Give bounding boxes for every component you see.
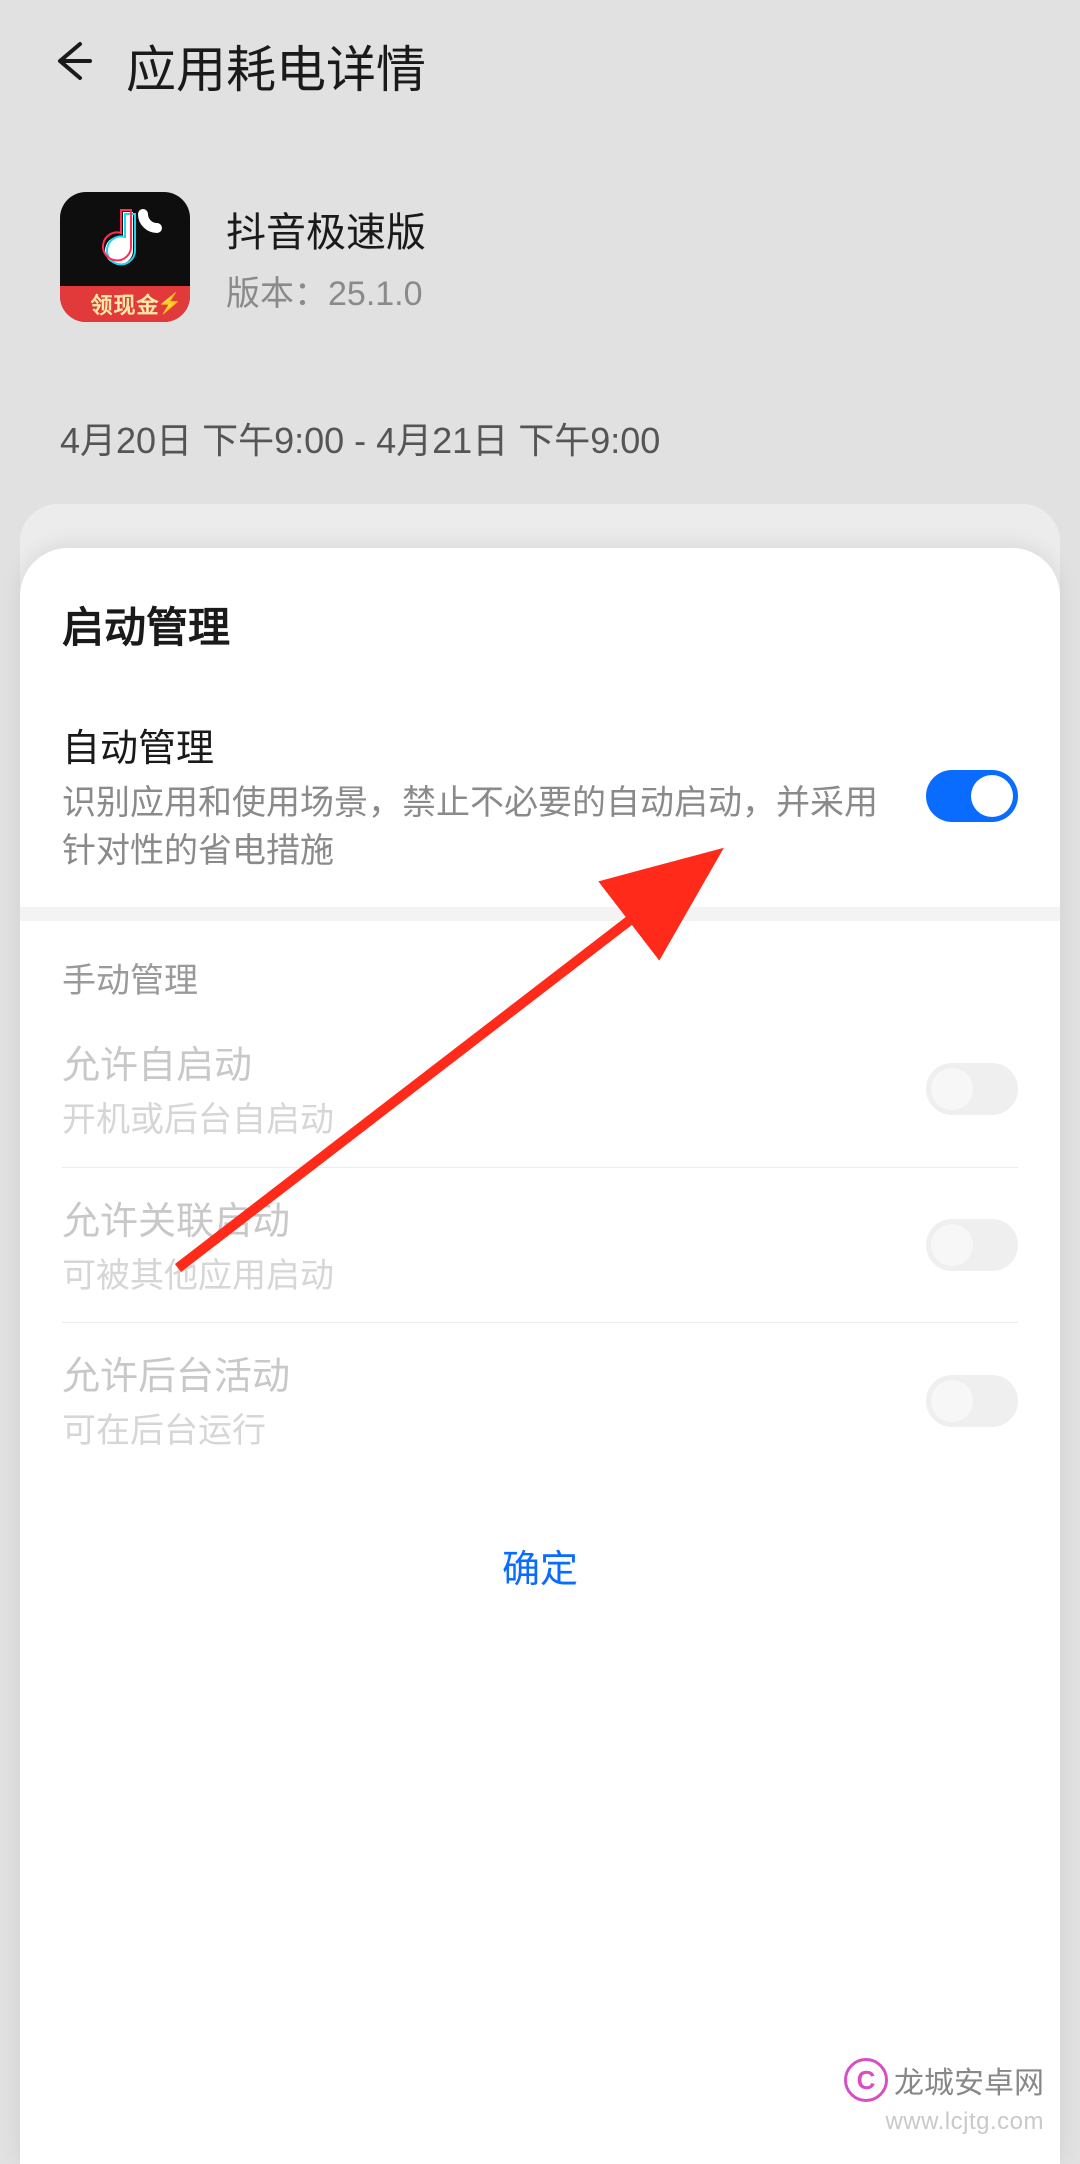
watermark: C 龙城安卓网 — [844, 2058, 1044, 2102]
allow-linked-start-row: 允许关联启动 可被其他应用启动 — [20, 1168, 1060, 1323]
watermark-badge-icon: C — [844, 2058, 888, 2102]
allow-linked-start-desc: 可被其他应用启动 — [62, 1253, 896, 1301]
app-icon: 领现金 ⚡ — [60, 192, 190, 322]
allow-linked-start-toggle — [926, 1219, 1018, 1271]
watermark-label: 龙城安卓网 — [894, 2058, 1044, 2102]
back-button[interactable] — [50, 35, 96, 97]
bolt-icon: ⚡ — [157, 291, 182, 316]
watermark-url: www.lcjtg.com — [885, 2108, 1044, 2136]
manual-manage-label: 手动管理 — [20, 937, 1060, 1012]
allow-auto-start-row: 允许自启动 开机或后台自启动 — [20, 1012, 1060, 1167]
allow-background-toggle — [926, 1375, 1018, 1427]
allow-background-row: 允许后台活动 可在后台运行 — [20, 1323, 1060, 1478]
page-title: 应用耗电详情 — [126, 30, 426, 102]
auto-manage-desc: 识别应用和使用场景，禁止不必要的自动启动，并采用针对性的省电措施 — [62, 780, 896, 875]
app-name: 抖音极速版 — [226, 200, 426, 258]
app-version: 版本：25.1.0 — [226, 266, 426, 315]
date-range: 4月20日 下午9:00 - 4月21日 下午9:00 — [0, 352, 1080, 484]
auto-manage-toggle[interactable] — [926, 770, 1018, 822]
sheet-title: 启动管理 — [20, 588, 1060, 695]
confirm-button[interactable]: 确定 — [502, 1549, 578, 1591]
allow-linked-start-title: 允许关联启动 — [62, 1190, 896, 1245]
auto-manage-title: 自动管理 — [62, 717, 896, 772]
allow-background-title: 允许后台活动 — [62, 1345, 896, 1400]
allow-auto-start-desc: 开机或后台自启动 — [62, 1097, 896, 1145]
allow-auto-start-toggle — [926, 1063, 1018, 1115]
allow-background-desc: 可在后台运行 — [62, 1408, 896, 1456]
allow-auto-start-title: 允许自启动 — [62, 1034, 896, 1089]
launch-management-sheet: 启动管理 自动管理 识别应用和使用场景，禁止不必要的自动启动，并采用针对性的省电… — [20, 548, 1060, 2164]
auto-manage-row[interactable]: 自动管理 识别应用和使用场景，禁止不必要的自动启动，并采用针对性的省电措施 — [20, 695, 1060, 897]
